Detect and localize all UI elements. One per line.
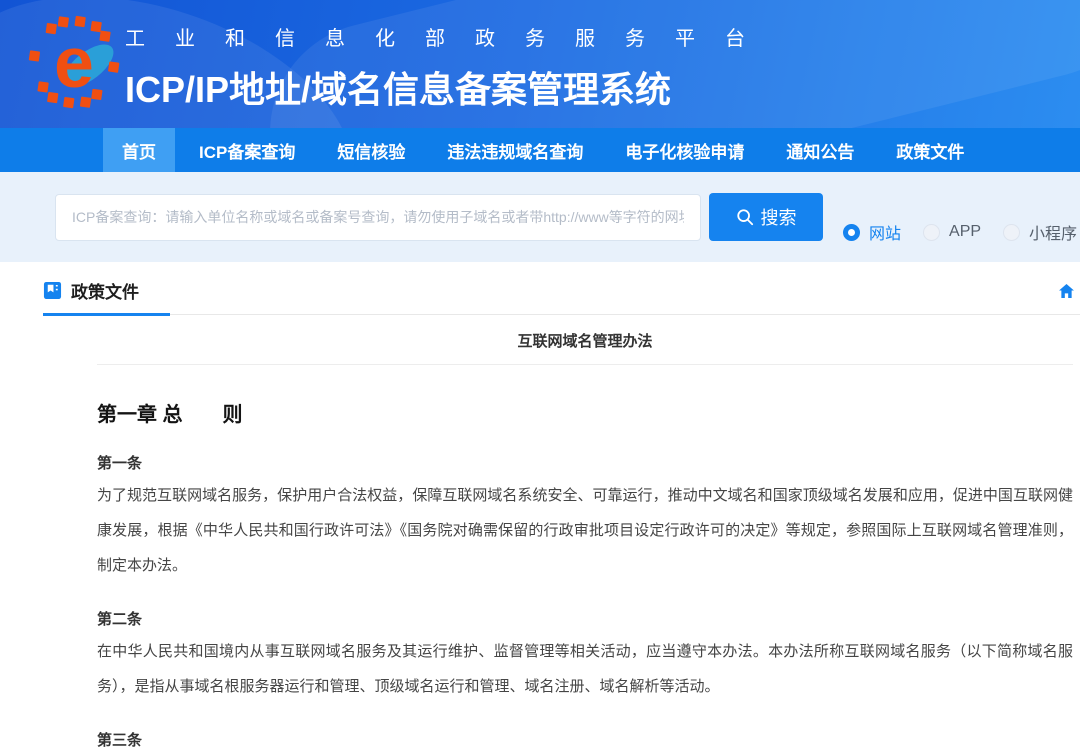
- nav-item-notices[interactable]: 通知公告: [786, 128, 854, 172]
- radio-circle-icon: [843, 224, 860, 241]
- content-area: 政策文件 首页 > 政策文件 互联网域名管理办法 第一章 总 则 第一条 为了规…: [0, 262, 1080, 753]
- radio-mini-program-label: 小程序: [1029, 220, 1077, 244]
- main-nav: 首页 ICP备案查询 短信核验 违法违规域名查询 电子化核验申请 通知公告 政策…: [0, 128, 1080, 172]
- article-body: 为了规范互联网域名服务，保护用户合法权益，保障互联网域名系统安全、可靠运行，推动…: [97, 478, 1073, 583]
- policy-document: 互联网域名管理办法 第一章 总 则 第一条 为了规范互联网域名服务，保护用户合法…: [97, 315, 1073, 753]
- article-2: 第二条 在中华人民共和国境内从事互联网域名服务及其运行维护、监督管理等相关活动，…: [97, 608, 1073, 704]
- policy-file-icon: [43, 281, 62, 300]
- platform-title: 工业和信息化部政务服务平台: [125, 22, 775, 51]
- article-heading: 第一条: [97, 452, 1073, 473]
- nav-item-home[interactable]: 首页: [103, 128, 175, 172]
- search-button[interactable]: 搜索: [709, 193, 823, 241]
- nav-item-e-verify-apply[interactable]: 电子化核验申请: [625, 128, 744, 172]
- nav-item-illegal-domain-query[interactable]: 违法违规域名查询: [447, 128, 583, 172]
- nav-item-icp-query[interactable]: ICP备案查询: [199, 128, 295, 172]
- search-section: 搜索 网站 APP 小程序 快应用: [0, 172, 1080, 262]
- article-heading: 第二条: [97, 608, 1073, 629]
- radio-circle-icon: [923, 224, 940, 241]
- site-header: e 工业和信息化部政务服务平台 ICP/IP地址/域名信息备案管理系统: [0, 0, 1080, 128]
- radio-mini-program[interactable]: 小程序: [1003, 220, 1077, 244]
- article-3: 第三条 工业和信息化部对全国的域名服务实施监督管理，主要职责是：（一）制定互联网…: [97, 729, 1073, 753]
- svg-text:e: e: [54, 23, 94, 103]
- radio-circle-icon: [1003, 224, 1020, 241]
- section-title: 政策文件: [71, 278, 139, 303]
- radio-app-label: APP: [949, 223, 981, 241]
- search-icon: [736, 208, 754, 226]
- radio-website[interactable]: 网站: [843, 220, 901, 244]
- article-heading: 第三条: [97, 729, 1073, 750]
- miit-logo-icon: e: [28, 8, 120, 116]
- chapter-heading: 第一章 总 则: [97, 398, 1073, 427]
- search-type-radio-group: 网站 APP 小程序 快应用: [843, 220, 1080, 244]
- article-body: 在中华人民共和国境内从事互联网域名服务及其运行维护、监督管理等相关活动，应当遵守…: [97, 634, 1073, 704]
- radio-website-label: 网站: [869, 220, 901, 244]
- document-title: 互联网域名管理办法: [97, 315, 1073, 365]
- search-input[interactable]: [55, 194, 701, 241]
- breadcrumb: 首页 > 政策文件: [1059, 281, 1080, 314]
- home-icon: [1059, 284, 1074, 298]
- search-button-label: 搜索: [761, 204, 797, 230]
- article-1: 第一条 为了规范互联网域名服务，保护用户合法权益，保障互联网域名系统安全、可靠运…: [97, 452, 1073, 583]
- nav-item-policy-files[interactable]: 政策文件: [896, 128, 964, 172]
- system-title: ICP/IP地址/域名信息备案管理系统: [125, 61, 775, 113]
- section-header: 政策文件 首页 > 政策文件: [43, 262, 1080, 315]
- radio-app[interactable]: APP: [923, 223, 981, 241]
- section-title-underline: [43, 313, 170, 316]
- nav-item-sms-verify[interactable]: 短信核验: [337, 128, 405, 172]
